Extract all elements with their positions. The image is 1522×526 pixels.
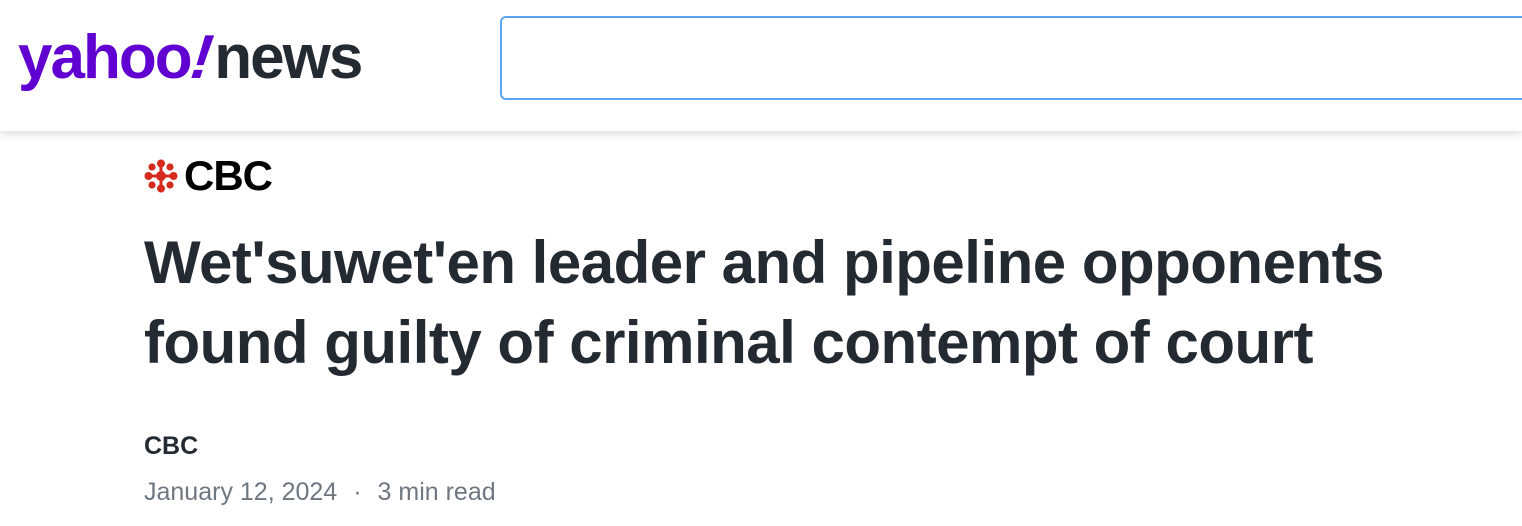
headline-line-2: found guilty of criminal contempt of cou… xyxy=(144,309,1313,376)
read-time: 3 min read xyxy=(377,478,496,506)
article-meta: January 12, 2024 · 3 min read xyxy=(144,477,496,507)
site-header: yahoo! news xyxy=(0,0,1522,131)
publish-date: January 12, 2024 xyxy=(144,478,338,506)
byline[interactable]: CBC xyxy=(144,431,198,461)
logo-yahoo-text: yahoo xyxy=(18,23,193,92)
search-input[interactable] xyxy=(500,16,1522,100)
article-headline: Wet'suwet'en leader and pipeline opponen… xyxy=(144,223,1484,383)
meta-separator: · xyxy=(353,478,362,506)
logo-news-text: news xyxy=(214,23,363,92)
yahoo-news-logo[interactable]: yahoo! news xyxy=(18,18,363,98)
source-logo-text: CBC xyxy=(184,152,273,199)
cbc-gem-icon xyxy=(144,159,178,193)
headline-line-1: Wet'suwet'en leader and pipeline opponen… xyxy=(144,229,1384,296)
source-logo[interactable]: CBC xyxy=(144,152,273,199)
